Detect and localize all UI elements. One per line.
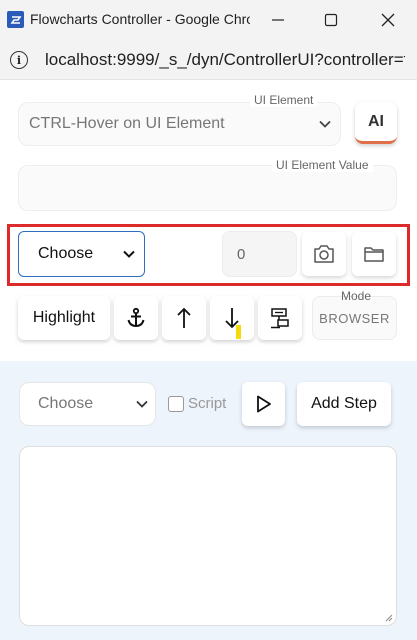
script-checkbox[interactable] <box>168 396 184 412</box>
app-icon <box>7 11 24 28</box>
step-type-select[interactable]: Choose <box>19 382 156 426</box>
address-bar[interactable]: i localhost:9999/_s_/dyn/ControllerUI?co… <box>0 40 417 80</box>
add-step-button[interactable]: Add Step <box>297 382 391 426</box>
window-title: Flowcharts Controller - Google Chrome <box>30 11 250 27</box>
step-type-value: Choose <box>38 395 94 412</box>
play-button[interactable] <box>242 382 285 426</box>
play-icon <box>256 395 271 413</box>
ui-element-label: UI Element <box>250 93 318 107</box>
action-select[interactable]: Choose <box>18 231 145 277</box>
url-text[interactable]: localhost:9999/_s_/dyn/ControllerUI?cont… <box>45 50 405 70</box>
minimize-icon <box>272 19 284 21</box>
anchor-button[interactable] <box>114 296 158 340</box>
screenshot-button[interactable] <box>302 232 346 276</box>
ui-element-value: CTRL-Hover on UI Element <box>29 115 225 132</box>
count-field[interactable]: 0 <box>222 231 297 277</box>
ui-element-select[interactable]: CTRL-Hover on UI Element <box>18 102 341 146</box>
window-titlebar: Flowcharts Controller - Google Chrome <box>0 0 417 40</box>
highlight-button[interactable]: Highlight <box>18 296 110 340</box>
move-down-button[interactable] <box>210 296 254 340</box>
inspect-icon <box>271 308 289 329</box>
arrow-up-icon <box>177 307 191 328</box>
chevron-down-icon <box>319 120 331 128</box>
chevron-down-icon <box>123 250 135 258</box>
ai-button[interactable]: AI <box>355 102 397 144</box>
info-icon[interactable]: i <box>10 51 28 69</box>
chevron-down-icon <box>136 400 148 408</box>
minimize-button[interactable] <box>250 0 306 40</box>
ui-element-value-label: UI Element Value <box>272 158 373 172</box>
close-icon <box>381 13 395 27</box>
move-up-button[interactable] <box>162 296 206 340</box>
inspect-button[interactable] <box>258 296 302 340</box>
folder-icon <box>364 247 384 262</box>
script-label: Script <box>188 395 227 412</box>
open-folder-button[interactable] <box>352 232 396 276</box>
action-select-value: Choose <box>38 245 94 262</box>
maximize-button[interactable] <box>303 0 359 40</box>
anchor-icon <box>127 307 145 328</box>
close-button[interactable] <box>360 0 416 40</box>
camera-icon <box>314 245 334 263</box>
drag-indicator <box>236 325 241 339</box>
maximize-icon <box>324 13 338 27</box>
script-textarea[interactable] <box>19 446 397 626</box>
mode-label: Mode <box>341 289 372 303</box>
resize-grip-icon[interactable] <box>384 613 393 622</box>
